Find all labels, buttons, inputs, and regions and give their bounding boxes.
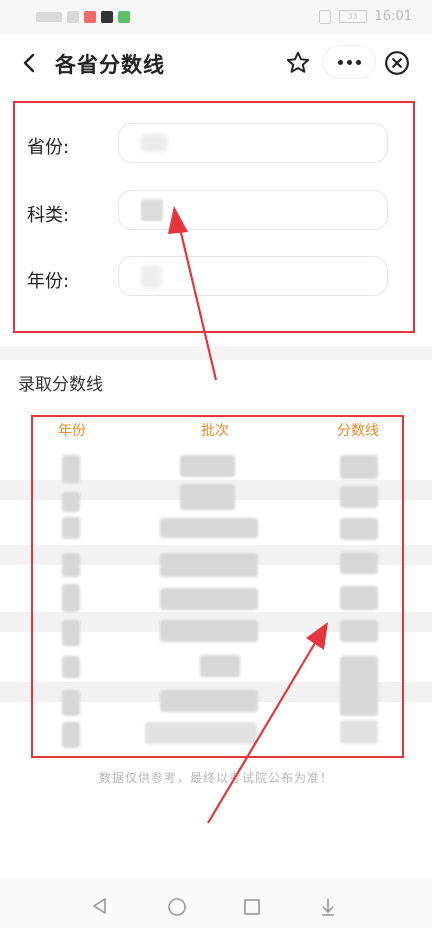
redacted-value: [141, 134, 167, 152]
province-label: 省份:: [27, 137, 70, 158]
status-bar: 33 16:01: [0, 0, 432, 34]
app-notification-icon: [84, 11, 96, 23]
year-label: 年份:: [27, 271, 70, 292]
nav-recents-icon[interactable]: [242, 897, 262, 917]
status-icons-right: 33 16:01: [318, 9, 412, 24]
wifi-icon: [67, 11, 79, 23]
battery-icon: 33: [338, 10, 367, 23]
year-input[interactable]: [118, 256, 388, 296]
province-input[interactable]: [118, 123, 388, 163]
tiktok-icon: [101, 11, 113, 23]
redacted-value: [141, 265, 161, 289]
back-arrow-icon[interactable]: [18, 51, 42, 75]
subject-label: 科类:: [27, 205, 70, 226]
dot-icon: [355, 59, 361, 65]
nav-home-icon[interactable]: [166, 896, 188, 918]
page-title: 各省分数线: [55, 53, 165, 77]
star-icon[interactable]: [285, 50, 311, 76]
system-navigation-bar: [0, 878, 432, 928]
dot-icon: [337, 59, 343, 65]
nav-back-icon[interactable]: [90, 896, 110, 916]
disclaimer-text: 数据仅供参考，最终以考试院公布为准！: [98, 771, 333, 785]
divider: [0, 346, 432, 360]
wechat-icon: [118, 11, 130, 23]
redacted-value: [141, 199, 163, 221]
status-icons-left: [36, 11, 130, 23]
more-menu-button[interactable]: [323, 46, 375, 78]
signal-icon: [36, 12, 62, 22]
score-table-highlight: [31, 415, 404, 758]
nav-bar: 各省分数线: [0, 34, 432, 92]
close-circle-icon[interactable]: [384, 50, 410, 76]
filter-form: 省份: 科类: 年份:: [13, 101, 415, 333]
vibrate-icon: [318, 9, 331, 24]
subject-input[interactable]: [118, 190, 388, 230]
nav-dropdown-icon[interactable]: [318, 896, 338, 918]
section-title: 录取分数线: [18, 375, 103, 395]
status-time: 16:01: [374, 9, 412, 24]
dot-icon: [346, 59, 352, 65]
